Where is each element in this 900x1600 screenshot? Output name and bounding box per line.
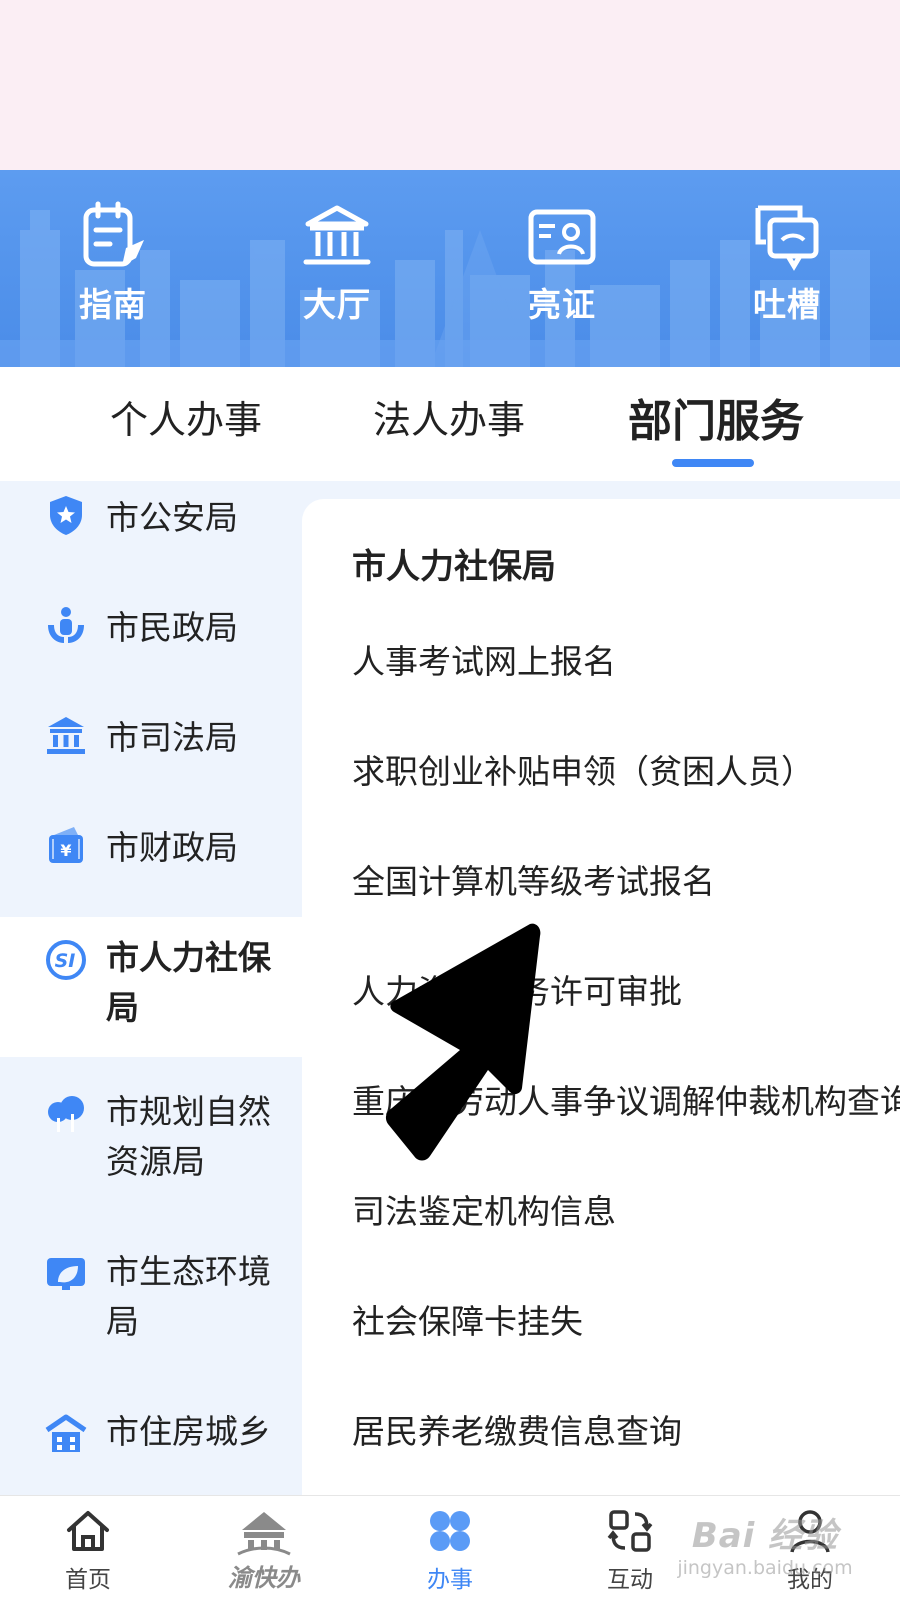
quick-action-feedback[interactable]: 吐槽: [712, 200, 862, 326]
ecology-leaf-icon: [47, 1258, 85, 1290]
service-link[interactable]: 全国计算机等级考试报名: [352, 855, 715, 903]
department-sidebar: 市公安局 市民政局 市司法局 ¥ 市财政局 SI 市人力社保局 市规划自然资源局…: [0, 481, 302, 1495]
nav-label: 办事: [427, 1567, 473, 1593]
services-clover-icon: [430, 1511, 470, 1551]
department-title: 市人力社保局: [352, 547, 556, 587]
sidebar-item-housing[interactable]: 市住房城乡: [0, 1407, 302, 1457]
department-services-panel: 市人力社保局 人事考试网上报名 求职创业补贴申领（贫困人员） 全国计算机等级考试…: [302, 499, 900, 1495]
baidu-jingyan-watermark: Bai 经验 jingyan.baidu.com: [670, 1508, 860, 1579]
sidebar-item-civil-affairs[interactable]: 市民政局: [0, 603, 302, 653]
watermark-url-text: jingyan.baidu.com: [677, 1557, 853, 1579]
nav-brand[interactable]: 渝快办: [204, 1506, 324, 1593]
guide-icon: [83, 201, 144, 267]
sidebar-corner-top: [0, 887, 302, 917]
svg-text:SI: SI: [55, 950, 76, 972]
quick-action-hall[interactable]: 大厅: [262, 200, 412, 326]
nav-home[interactable]: 首页: [28, 1506, 148, 1594]
sidebar-corner-bottom: [0, 1057, 302, 1087]
service-link[interactable]: 居民养老缴费信息查询: [352, 1405, 682, 1453]
sidebar-item-label: 市住房城乡: [106, 1412, 271, 1451]
brand-logo-icon: [237, 1512, 291, 1556]
sidebar-item-finance[interactable]: ¥ 市财政局: [0, 823, 302, 873]
tab-department-services[interactable]: 部门服务: [628, 385, 804, 449]
home-icon: [67, 1511, 109, 1551]
service-link[interactable]: 重庆市劳动人事争议调解仲裁机构查询: [352, 1075, 900, 1123]
quick-action-label: 吐槽: [753, 285, 821, 324]
quick-action-label: 指南: [79, 285, 147, 324]
quick-action-show-id[interactable]: 亮证: [487, 200, 637, 326]
sidebar-item-label: 市公安局: [106, 498, 238, 537]
justice-building-icon: [47, 717, 85, 754]
sidebar-item-label: 市生态环境局: [106, 1252, 271, 1341]
sidebar-item-label: 市规划自然资源局: [106, 1092, 271, 1181]
sidebar-item-planning[interactable]: 市规划自然资源局: [0, 1087, 302, 1187]
civil-affairs-hands-icon: [48, 607, 84, 643]
service-link[interactable]: 人事考试网上报名: [352, 635, 616, 683]
sidebar-item-police[interactable]: 市公安局: [0, 493, 302, 543]
housing-icon: [45, 1414, 87, 1452]
sidebar-item-label: 市司法局: [106, 718, 238, 757]
nav-label: 首页: [65, 1567, 111, 1593]
id-card-icon: [528, 209, 596, 265]
service-link[interactable]: 社会保障卡挂失: [352, 1295, 583, 1343]
nature-trees-icon: [48, 1096, 84, 1132]
sidebar-item-human-resources[interactable]: SI 市人力社保局: [0, 917, 302, 1057]
hall-icon: [303, 205, 371, 265]
service-tabs: 个人办事 法人办事 部门服务: [0, 367, 900, 481]
service-link[interactable]: 司法鉴定机构信息: [352, 1185, 616, 1233]
sidebar-item-label: 市财政局: [106, 828, 238, 867]
top-blank-area: [0, 0, 900, 170]
sidebar-item-ecology[interactable]: 市生态环境局: [0, 1247, 302, 1347]
finance-wallet-icon: ¥: [49, 827, 83, 863]
quick-action-label: 大厅: [303, 285, 371, 324]
police-shield-icon: [50, 496, 82, 535]
brand-name: 渝快办: [228, 1564, 300, 1592]
interact-icon: [607, 1510, 653, 1552]
quick-action-label: 亮证: [528, 285, 596, 324]
watermark-main-text: Bai 经验: [691, 1516, 839, 1556]
svg-text:¥: ¥: [60, 841, 71, 860]
feedback-icon: [755, 205, 819, 271]
quick-actions-banner: 指南 大厅 亮证 吐槽: [0, 170, 900, 367]
department-content: 市公安局 市民政局 市司法局 ¥ 市财政局 SI 市人力社保局 市规划自然资源局…: [0, 481, 900, 1495]
sidebar-item-justice[interactable]: 市司法局: [0, 713, 302, 763]
quick-action-guide[interactable]: 指南: [38, 200, 188, 326]
active-tab-underline: [672, 459, 754, 467]
tab-personal[interactable]: 个人办事: [110, 389, 262, 444]
service-link[interactable]: 人力资源服务许可审批: [352, 965, 682, 1013]
sidebar-item-label: 市民政局: [106, 608, 238, 647]
service-link[interactable]: 求职创业补贴申领（贫困人员）: [352, 745, 814, 793]
nav-services[interactable]: 办事: [390, 1506, 510, 1594]
sidebar-item-label: 市人力社保局: [106, 938, 271, 1027]
social-insurance-icon: SI: [46, 940, 86, 980]
tab-legal-entity[interactable]: 法人办事: [373, 389, 525, 444]
